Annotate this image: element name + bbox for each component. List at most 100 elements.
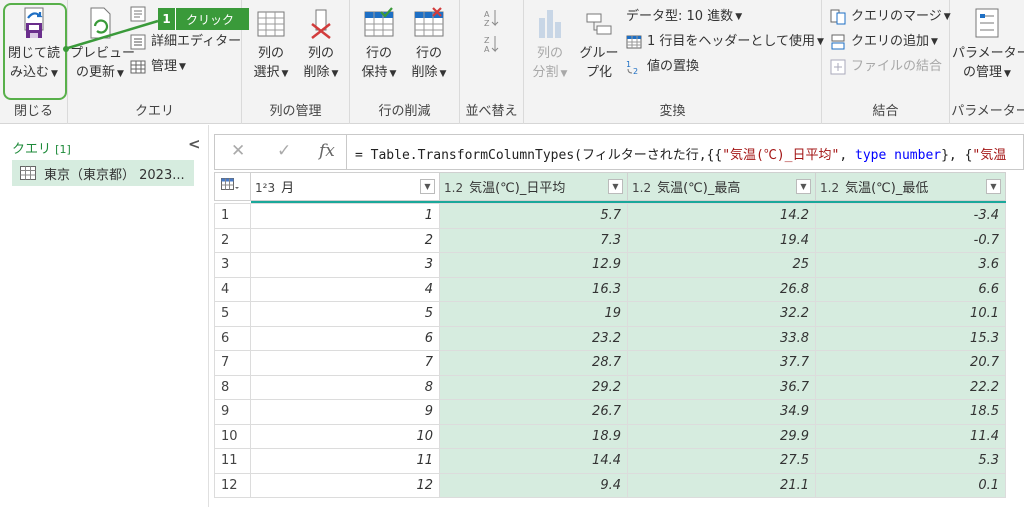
table-cell[interactable]: 12.9 <box>439 252 628 278</box>
table-cell[interactable]: 16.3 <box>439 276 628 302</box>
table-cell[interactable]: 19 <box>439 301 628 327</box>
collapse-panel-button[interactable]: < <box>188 135 201 153</box>
table-row[interactable]: 12 12 9.4 21.1 0.1 <box>214 472 1006 498</box>
cancel-formula-button[interactable]: ✕ <box>231 141 245 161</box>
remove-columns-label1: 列の <box>307 46 334 61</box>
table-cell[interactable]: 12 <box>250 472 440 498</box>
manage-query-button[interactable]: 管理 ▼ <box>130 57 186 77</box>
table-cell[interactable]: 14.2 <box>627 203 816 229</box>
query-item-label: 東京（東京都） 2023... <box>44 167 185 183</box>
group-reduce-rows: 行の 保持 ▼ 行の 削除 ▼ 行の削減 <box>350 0 460 124</box>
column-header-avg-temp[interactable]: 1.2 気温(℃)_日平均 ▼ <box>439 172 628 201</box>
column-type-icon: 1.2 <box>820 181 840 195</box>
query-item[interactable]: 東京（東京都） 2023... <box>12 160 194 186</box>
keep-rows-button[interactable]: 行の 保持 ▼ <box>356 6 402 84</box>
group-by-button[interactable]: グルー プ化 <box>576 6 622 82</box>
table-cell[interactable]: 32.2 <box>627 301 816 327</box>
table-cell[interactable]: 9.4 <box>439 472 628 498</box>
table-cell[interactable]: 7 <box>250 350 440 376</box>
merge-queries-button[interactable]: クエリのマージ ▼ <box>830 7 951 27</box>
combine-files-button[interactable]: ファイルの結合 <box>830 57 942 77</box>
table-cell[interactable]: 11.4 <box>815 423 1006 449</box>
table-row[interactable]: 6 6 23.2 33.8 15.3 <box>214 325 1006 351</box>
table-cell[interactable]: 11 <box>250 448 440 474</box>
table-cell[interactable]: 10.1 <box>815 301 1006 327</box>
table-cell[interactable]: 33.8 <box>627 325 816 351</box>
data-type-dropdown[interactable]: データ型: 10 進数 ▼ <box>626 7 742 27</box>
choose-columns-button[interactable]: 列の 選択 ▼ <box>248 6 294 84</box>
column-header-month[interactable]: 1²3 月 ▼ <box>250 172 440 201</box>
table-cell[interactable]: -0.7 <box>815 227 1006 253</box>
table-row[interactable]: 11 11 14.4 27.5 5.3 <box>214 448 1006 474</box>
group-label-reduce-rows: 行の削減 <box>378 104 431 119</box>
table-row[interactable]: 1 1 5.7 14.2 -3.4 <box>214 203 1006 229</box>
table-cell[interactable]: 4 <box>250 276 440 302</box>
table-cell[interactable]: 7.3 <box>439 227 628 253</box>
manage-parameters-button[interactable]: パラメーター の管理 ▼ <box>952 6 1024 84</box>
column-header-max-temp[interactable]: 1.2 気温(℃)_最高 ▼ <box>627 172 816 201</box>
sort-descending-button[interactable]: ZA <box>482 34 500 54</box>
table-cell[interactable]: -3.4 <box>815 203 1006 229</box>
table-cell[interactable]: 27.5 <box>627 448 816 474</box>
table-cell[interactable]: 5 <box>250 301 440 327</box>
table-cell[interactable]: 8 <box>250 374 440 400</box>
formula-input[interactable]: = Table.TransformColumnTypes(フィルターされた行,{… <box>355 144 1006 163</box>
column-filter-button[interactable]: ▼ <box>796 179 811 194</box>
table-cell[interactable]: 25 <box>627 252 816 278</box>
manage-parameters-label2: の管理 <box>963 65 1003 80</box>
table-cell[interactable]: 10 <box>250 423 440 449</box>
column-filter-button[interactable]: ▼ <box>420 179 435 194</box>
table-cell[interactable]: 18.5 <box>815 399 1006 425</box>
table-cell[interactable]: 20.7 <box>815 350 1006 376</box>
keep-rows-icon <box>364 7 394 37</box>
table-cell[interactable]: 34.9 <box>627 399 816 425</box>
table-cell[interactable]: 28.7 <box>439 350 628 376</box>
use-first-row-as-headers-button[interactable]: 1 行目をヘッダーとして使用 ▼ <box>626 32 824 52</box>
table-cell[interactable]: 23.2 <box>439 325 628 351</box>
confirm-formula-button[interactable]: ✓ <box>277 141 291 161</box>
remove-rows-button[interactable]: 行の 削除 ▼ <box>406 6 452 84</box>
append-queries-button[interactable]: クエリの追加 ▼ <box>830 32 938 52</box>
table-cell[interactable]: 6 <box>250 325 440 351</box>
table-cell[interactable]: 21.1 <box>627 472 816 498</box>
table-row[interactable]: 9 9 26.7 34.9 18.5 <box>214 399 1006 425</box>
table-cell[interactable]: 29.2 <box>439 374 628 400</box>
table-cell[interactable]: 26.7 <box>439 399 628 425</box>
table-cell[interactable]: 0.1 <box>815 472 1006 498</box>
append-queries-label: クエリの追加 <box>851 34 930 49</box>
table-row[interactable]: 2 2 7.3 19.4 -0.7 <box>214 227 1006 253</box>
fx-icon[interactable]: fx <box>319 141 335 161</box>
table-cell[interactable]: 19.4 <box>627 227 816 253</box>
table-menu-button[interactable] <box>214 172 251 201</box>
table-cell[interactable]: 1 <box>250 203 440 229</box>
table-cell[interactable]: 15.3 <box>815 325 1006 351</box>
table-cell[interactable]: 5.3 <box>815 448 1006 474</box>
table-cell[interactable]: 22.2 <box>815 374 1006 400</box>
table-cell[interactable]: 5.7 <box>439 203 628 229</box>
remove-columns-button[interactable]: 列の 削除 ▼ <box>298 6 344 84</box>
table-cell[interactable]: 37.7 <box>627 350 816 376</box>
table-cell[interactable]: 3.6 <box>815 252 1006 278</box>
table-cell[interactable]: 29.9 <box>627 423 816 449</box>
table-cell[interactable]: 26.8 <box>627 276 816 302</box>
table-cell[interactable]: 18.9 <box>439 423 628 449</box>
table-row[interactable]: 3 3 12.9 25 3.6 <box>214 252 1006 278</box>
table-row[interactable]: 10 10 18.9 29.9 11.4 <box>214 423 1006 449</box>
table-body: 1 1 5.7 14.2 -3.4 2 2 7.3 19.4 -0.7 3 3 12.9 25 3.6 4 4 1… <box>214 203 1006 498</box>
table-cell[interactable]: 14.4 <box>439 448 628 474</box>
column-filter-button[interactable]: ▼ <box>986 179 1001 194</box>
table-cell[interactable]: 6.6 <box>815 276 1006 302</box>
table-row[interactable]: 7 7 28.7 37.7 20.7 <box>214 350 1006 376</box>
table-cell[interactable]: 9 <box>250 399 440 425</box>
table-row[interactable]: 5 5 19 32.2 10.1 <box>214 301 1006 327</box>
table-row[interactable]: 8 8 29.2 36.7 22.2 <box>214 374 1006 400</box>
column-filter-button[interactable]: ▼ <box>608 179 623 194</box>
table-cell[interactable]: 2 <box>250 227 440 253</box>
table-cell[interactable]: 3 <box>250 252 440 278</box>
column-header-min-temp[interactable]: 1.2 気温(℃)_最低 ▼ <box>815 172 1006 201</box>
table-cell[interactable]: 36.7 <box>627 374 816 400</box>
split-column-button[interactable]: 列の 分割 ▼ <box>528 6 572 84</box>
sort-ascending-button[interactable]: AZ <box>482 8 500 28</box>
table-row[interactable]: 4 4 16.3 26.8 6.6 <box>214 276 1006 302</box>
replace-values-button[interactable]: 12 値の置換 <box>626 57 699 77</box>
